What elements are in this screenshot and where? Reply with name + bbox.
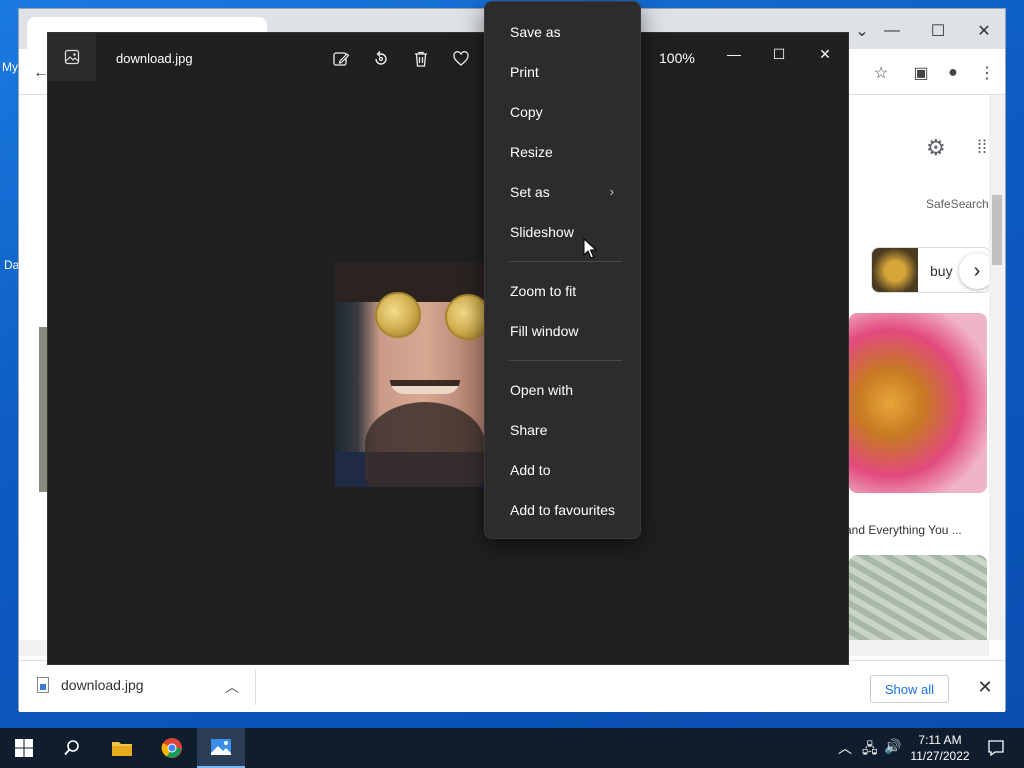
chip-label: buy: [930, 263, 953, 279]
menu-item-label: Open with: [510, 382, 574, 398]
displayed-photo[interactable]: [335, 262, 485, 487]
menu-item-label: Slideshow: [510, 224, 574, 240]
menu-item-label: Add to favourites: [510, 502, 616, 518]
divider: [255, 669, 256, 705]
taskbar-clock[interactable]: 7:11 AM 11/27/2022: [900, 732, 980, 764]
chevron-up-icon[interactable]: ︿: [838, 738, 852, 758]
menu-separator: [509, 360, 622, 361]
search-icon[interactable]: [48, 728, 96, 768]
chrome-minimize-button[interactable]: —: [869, 17, 915, 45]
menu-item-label: Save as: [510, 24, 561, 40]
menu-item-print[interactable]: Print: [485, 52, 640, 92]
image-result[interactable]: [849, 555, 987, 640]
scrollbar-thumb[interactable]: [992, 195, 1002, 265]
chevron-up-icon[interactable]: ︿: [225, 677, 239, 697]
menu-item-label: Zoom to fit: [510, 283, 577, 299]
chrome-maximize-button[interactable]: ☐: [915, 17, 961, 45]
menu-item-label: Set as: [510, 184, 550, 200]
mouse-cursor-icon: [583, 238, 597, 259]
chevron-right-icon: ›: [609, 184, 614, 199]
menu-item-add-to[interactable]: Add to: [485, 450, 640, 490]
image-result[interactable]: [849, 313, 987, 493]
menu-item-label: Resize: [510, 144, 553, 160]
photos-app-icon: [48, 33, 96, 81]
rotate-icon[interactable]: [369, 47, 393, 71]
menu-item-label: Add to: [510, 462, 551, 478]
menu-item-copy[interactable]: Copy: [485, 92, 640, 132]
safesearch-label[interactable]: SafeSearch: [926, 197, 989, 211]
chevron-right-icon[interactable]: ›: [959, 253, 989, 289]
chrome-icon[interactable]: [148, 728, 196, 768]
desktop-icon-label[interactable]: My: [2, 60, 18, 74]
photo-mouth: [390, 380, 460, 394]
photos-maximize-button[interactable]: ☐: [756, 39, 802, 69]
start-icon[interactable]: [0, 728, 48, 768]
zoom-level[interactable]: 100%: [659, 50, 695, 66]
context-menu: Save as Print Copy Resize Set as › Slide…: [484, 1, 641, 539]
photos-window: download.jpg 100% — ☐ ✕: [47, 32, 849, 665]
show-all-button[interactable]: Show all: [869, 675, 949, 703]
photos-icon[interactable]: [197, 728, 245, 768]
chip-thumbnail: [872, 248, 918, 292]
download-item[interactable]: download.jpg: [37, 677, 144, 693]
bookmark-star-icon[interactable]: ☆: [869, 61, 893, 85]
taskbar: ︿ 🖧 🔊 7:11 AM 11/27/2022: [0, 728, 1024, 768]
menu-item-open-with[interactable]: Open with: [485, 370, 640, 410]
downloads-bar: download.jpg ︿ Show all ✕: [19, 660, 1005, 712]
photos-close-button[interactable]: ✕: [802, 39, 848, 69]
menu-item-label: Share: [510, 422, 548, 438]
photo-coin-right: [445, 294, 485, 340]
photos-minimize-button[interactable]: —: [711, 39, 757, 69]
delete-icon[interactable]: [409, 47, 433, 71]
close-downloads-icon[interactable]: ✕: [975, 675, 995, 699]
menu-item-resize[interactable]: Resize: [485, 132, 640, 172]
menu-item-set-as[interactable]: Set as ›: [485, 172, 640, 212]
menu-item-slideshow[interactable]: Slideshow: [485, 212, 640, 252]
favourite-icon[interactable]: [449, 47, 473, 71]
chrome-menu-icon[interactable]: ⋮: [975, 61, 999, 85]
notification-icon[interactable]: [972, 728, 1020, 768]
menu-item-fill-window[interactable]: Fill window: [485, 311, 640, 351]
vertical-scrollbar[interactable]: [989, 95, 1005, 640]
apps-grid-icon[interactable]: ⁞⁞: [977, 137, 987, 158]
menu-item-label: Copy: [510, 104, 543, 120]
clock-time: 7:11 AM: [918, 733, 962, 747]
image-result-caption[interactable]: and Everything You ...: [845, 523, 962, 537]
image-file-icon: [37, 677, 49, 693]
network-icon[interactable]: 🖧: [862, 738, 878, 762]
chrome-close-button[interactable]: ✕: [961, 17, 1007, 45]
photos-file-name: download.jpg: [116, 51, 193, 66]
menu-item-add-to-favourites[interactable]: Add to favourites: [485, 490, 640, 530]
menu-item-label: Fill window: [510, 323, 579, 339]
download-file-name: download.jpg: [61, 677, 144, 693]
menu-item-zoom-to-fit[interactable]: Zoom to fit: [485, 271, 640, 311]
menu-item-save-as[interactable]: Save as: [485, 12, 640, 52]
side-panel-icon[interactable]: ▣: [909, 61, 933, 85]
menu-separator: [509, 261, 622, 262]
volume-icon[interactable]: 🔊: [884, 738, 901, 755]
clock-date: 11/27/2022: [910, 749, 970, 763]
file-explorer-icon[interactable]: [98, 728, 146, 768]
photo-beard: [365, 402, 485, 487]
photo-coin-left: [375, 292, 421, 338]
settings-gear-icon[interactable]: ⚙: [926, 135, 946, 161]
menu-item-label: Print: [510, 64, 539, 80]
profile-avatar-icon[interactable]: ●: [941, 61, 965, 85]
menu-item-share[interactable]: Share: [485, 410, 640, 450]
edit-icon[interactable]: [329, 47, 353, 71]
